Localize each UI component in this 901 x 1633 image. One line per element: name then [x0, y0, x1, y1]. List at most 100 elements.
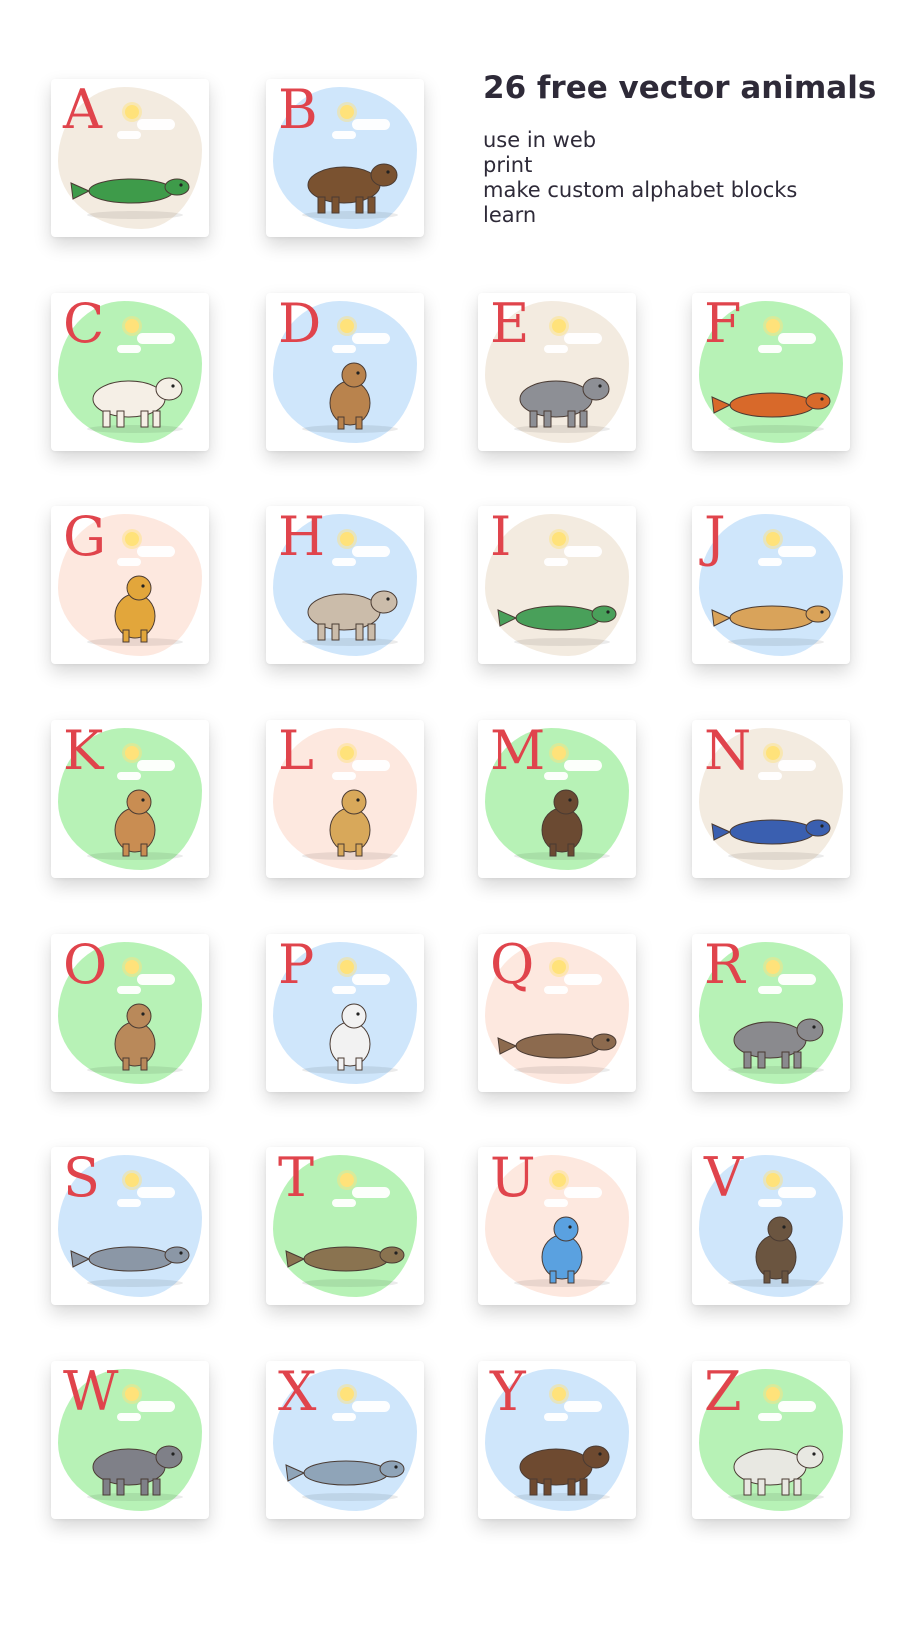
card-letter: J — [704, 506, 726, 568]
raccoon-icon — [706, 994, 842, 1076]
cloud-icon — [117, 986, 141, 994]
sun-icon — [340, 105, 354, 119]
sun-icon — [766, 532, 780, 546]
sun-icon — [552, 960, 566, 974]
letter-card-w: W — [51, 1361, 209, 1519]
fox-icon — [706, 353, 842, 435]
cloud-icon — [544, 986, 568, 994]
cloud-icon — [564, 974, 602, 985]
letter-card-n: N — [692, 720, 850, 878]
panda-icon — [280, 994, 416, 1076]
cloud-icon — [137, 333, 175, 344]
lion-icon — [280, 780, 416, 862]
cloud-icon — [332, 558, 356, 566]
cloud-icon — [137, 1401, 175, 1412]
cloud-icon — [332, 345, 356, 353]
cloud-icon — [137, 974, 175, 985]
sun-icon — [340, 1173, 354, 1187]
sun-icon — [766, 960, 780, 974]
cloud-icon — [352, 1401, 390, 1412]
sun-icon — [125, 746, 139, 760]
cloud-icon — [137, 760, 175, 771]
sun-icon — [766, 319, 780, 333]
cloud-icon — [758, 986, 782, 994]
use-item: make custom alphabet blocks — [483, 178, 798, 202]
kangaroo-icon — [65, 780, 201, 862]
use-item: use in web — [483, 128, 597, 152]
cloud-icon — [564, 1401, 602, 1412]
cloud-icon — [778, 333, 816, 344]
cloud-icon — [778, 974, 816, 985]
card-letter: K — [63, 720, 103, 782]
cloud-icon — [137, 119, 175, 130]
cloud-icon — [117, 772, 141, 780]
sun-icon — [552, 319, 566, 333]
sun-icon — [340, 1387, 354, 1401]
cloud-icon — [758, 1413, 782, 1421]
cloud-icon — [564, 546, 602, 557]
sun-icon — [766, 1173, 780, 1187]
letter-card-x: X — [266, 1361, 424, 1519]
sun-icon — [340, 960, 354, 974]
wolf-icon — [65, 1421, 201, 1503]
card-letter: F — [704, 293, 741, 355]
elephant-icon — [492, 353, 628, 435]
cloud-icon — [117, 131, 141, 139]
letter-card-m: M — [478, 720, 636, 878]
cloud-icon — [758, 558, 782, 566]
card-letter: G — [63, 506, 106, 568]
sun-icon — [766, 1387, 780, 1401]
card-letter: A — [63, 79, 102, 141]
cloud-icon — [544, 558, 568, 566]
cloud-icon — [352, 1187, 390, 1198]
cloud-icon — [137, 1187, 175, 1198]
yak-icon — [492, 1421, 628, 1503]
zebra-icon — [706, 1421, 842, 1503]
cloud-icon — [137, 546, 175, 557]
sun-icon — [552, 746, 566, 760]
letter-card-g: G — [51, 506, 209, 664]
letter-card-h: H — [266, 506, 424, 664]
horse-icon — [280, 566, 416, 648]
jaguar-icon — [706, 566, 842, 648]
cloud-icon — [758, 345, 782, 353]
vulture-icon — [706, 1207, 842, 1289]
header: 26 free vector animals use in web print … — [483, 70, 883, 228]
sun-icon — [125, 1387, 139, 1401]
sun-icon — [125, 532, 139, 546]
cloud-icon — [332, 772, 356, 780]
cloud-icon — [544, 1199, 568, 1207]
cloud-icon — [117, 1199, 141, 1207]
card-letter: B — [278, 79, 318, 141]
letter-card-d: D — [266, 293, 424, 451]
cloud-icon — [544, 345, 568, 353]
letter-card-l: L — [266, 720, 424, 878]
card-letter: O — [63, 934, 107, 996]
cloud-icon — [778, 546, 816, 557]
letter-card-v: V — [692, 1147, 850, 1305]
cloud-icon — [758, 772, 782, 780]
x-ray-fish-icon — [280, 1421, 416, 1503]
card-letter: P — [278, 934, 314, 996]
card-letter: L — [278, 720, 314, 782]
cloud-icon — [564, 760, 602, 771]
card-letter: U — [490, 1147, 536, 1209]
card-letter: N — [704, 720, 751, 782]
cloud-icon — [352, 333, 390, 344]
letter-card-e: E — [478, 293, 636, 451]
card-letter: D — [278, 293, 321, 355]
shark-icon — [65, 1207, 201, 1289]
unicorn-icon — [492, 1207, 628, 1289]
letter-card-y: Y — [478, 1361, 636, 1519]
card-letter: R — [704, 934, 745, 996]
cloud-icon — [332, 1413, 356, 1421]
owl-icon — [65, 994, 201, 1076]
card-letter: M — [490, 720, 545, 782]
giraffe-icon — [65, 566, 201, 648]
letter-card-s: S — [51, 1147, 209, 1305]
cloud-icon — [778, 1187, 816, 1198]
cloud-icon — [352, 546, 390, 557]
card-letter: T — [278, 1147, 314, 1209]
cloud-icon — [778, 1401, 816, 1412]
card-letter: Q — [490, 934, 534, 996]
